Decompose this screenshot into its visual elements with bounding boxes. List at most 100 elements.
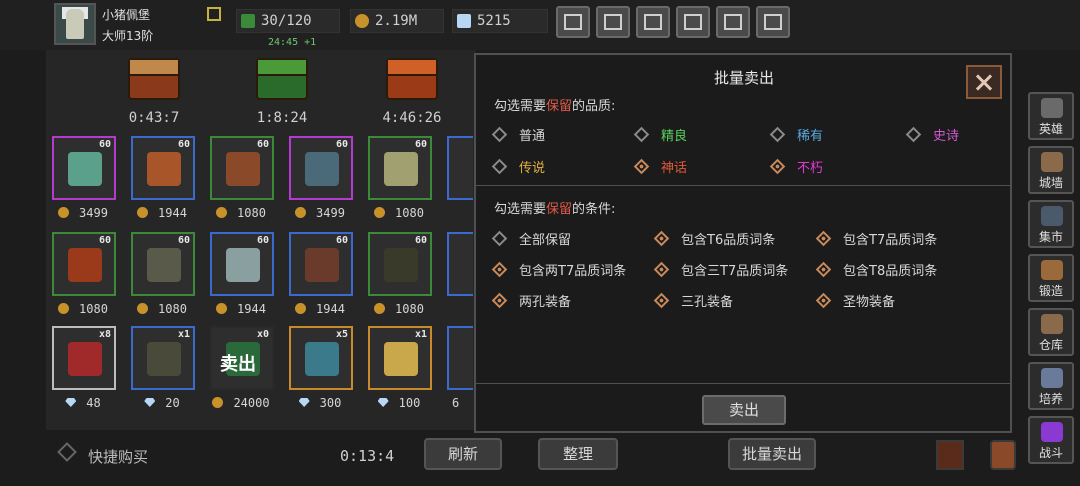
condition-option[interactable]: 圣物装备 (815, 291, 895, 310)
mail-button[interactable] (596, 6, 630, 38)
shop-item-slot[interactable]: 60 (368, 136, 432, 200)
gear-button[interactable] (676, 6, 710, 38)
shop-item-slot[interactable] (447, 232, 473, 296)
energy-icon (241, 14, 255, 28)
trophy-icon (1041, 368, 1063, 388)
chest-icon[interactable] (128, 58, 180, 100)
item-icon (147, 342, 181, 376)
condition-option[interactable]: 全部保留 (491, 229, 571, 248)
item-level: 60 (335, 235, 348, 246)
gold-coin-icon (355, 14, 369, 28)
organize-button[interactable]: 整理 (538, 438, 618, 470)
quality-option[interactable]: 稀有 (769, 125, 823, 144)
close-button[interactable] (966, 65, 1002, 99)
sidebar-item-market[interactable]: 集市 (1028, 200, 1074, 248)
batch-sell-button[interactable]: 批量卖出 (728, 438, 816, 470)
item-icon (147, 248, 181, 282)
item-icon (68, 342, 102, 376)
item-price: 100 (364, 396, 434, 410)
condition-option[interactable]: 包含三T7品质词条 (653, 260, 788, 279)
avatar[interactable] (54, 3, 96, 45)
checkbox-icon (653, 230, 670, 247)
condition-option[interactable]: 两孔装备 (491, 291, 571, 310)
price-value: 1080 (395, 302, 424, 316)
sidebar-label: 城墙 (1038, 176, 1063, 190)
sidebar-item-helmet[interactable]: 英雄 (1028, 92, 1074, 140)
coin-icon (58, 207, 70, 218)
gem-icon (298, 398, 310, 407)
gem-icon (377, 398, 389, 407)
item-level: 60 (98, 235, 111, 246)
quality-option[interactable]: 神话 (633, 157, 687, 176)
quality-option[interactable]: 普通 (491, 125, 546, 144)
shop-item-slot[interactable]: 60 (210, 136, 274, 200)
feather-button[interactable] (756, 6, 790, 38)
shop-item-slot[interactable]: 60 (210, 232, 274, 296)
armor-icon[interactable] (936, 440, 964, 470)
item-price: 1944 (206, 302, 276, 316)
quality-option[interactable]: 史诗 (905, 125, 960, 144)
sidebar-item-warehouse[interactable]: 仓库 (1028, 308, 1074, 356)
coin-icon (295, 303, 307, 314)
shop-item-slot[interactable]: x1 (368, 326, 432, 390)
item-price: 1080 (127, 302, 197, 316)
sidebar-item-anvil[interactable]: 锻造 (1028, 254, 1074, 302)
player-name: 小猪佩堡 (102, 8, 151, 22)
checkbox-icon (815, 230, 832, 247)
sidebar-item-vortex[interactable]: 战斗 (1028, 416, 1074, 464)
quality-option[interactable]: 不朽 (769, 157, 823, 176)
quick-buy-checkbox[interactable] (57, 442, 77, 462)
condition-option[interactable]: 三孔装备 (653, 291, 733, 310)
quality-label: 精良 (661, 129, 688, 144)
shop-item-slot[interactable] (447, 326, 473, 390)
shop-item-slot[interactable]: 60 (131, 232, 195, 296)
gem-icon (65, 398, 77, 407)
item-price: 1080 (206, 206, 276, 220)
shop-item-slot[interactable]: 60 (52, 232, 116, 296)
dialog-title: 批量卖出 (713, 69, 774, 87)
item-icon (384, 342, 418, 376)
item-icon (68, 152, 102, 186)
edit-icon[interactable] (207, 7, 221, 21)
sidebar-label: 战斗 (1038, 446, 1063, 460)
refresh-button[interactable]: 刷新 (424, 438, 502, 470)
shop-item-slot[interactable]: 60 (289, 232, 353, 296)
bag-icon[interactable] (990, 440, 1016, 470)
shop-item-slot[interactable]: 60 (289, 136, 353, 200)
player-rank: 大师13阶 (102, 29, 154, 43)
condition-option[interactable]: 包含T7品质词条 (815, 229, 937, 248)
shop-item-slot[interactable]: 60 (368, 232, 432, 296)
chest-icon[interactable] (386, 58, 438, 100)
quality-option[interactable]: 传说 (491, 157, 546, 176)
sidebar-label: 培养 (1038, 392, 1063, 406)
shop-item-slot[interactable]: x1 (131, 326, 195, 390)
price-value: 20 (165, 396, 180, 410)
quality-label: 史诗 (933, 129, 960, 144)
shop-item-slot[interactable]: x8 (52, 326, 116, 390)
shop-item-slot[interactable] (447, 136, 473, 200)
color-wheel-button[interactable] (716, 6, 750, 38)
gamepad-button[interactable] (636, 6, 670, 38)
checkbox-icon (491, 261, 508, 278)
sidebar-item-wall[interactable]: 城墙 (1028, 146, 1074, 194)
item-price: 1944 (127, 206, 197, 220)
condition-option[interactable]: 包含两T7品质词条 (491, 260, 627, 279)
sell-button[interactable]: 卖出 (702, 395, 786, 425)
cart-button[interactable] (556, 6, 590, 38)
quality-label: 传说 (519, 161, 546, 176)
item-price: 1080 (364, 302, 434, 316)
chest-icon[interactable] (256, 58, 308, 100)
quality-section-label: 勾选需要保留的品质: (494, 99, 616, 114)
shop-item-slot[interactable]: 60 (131, 136, 195, 200)
quality-label: 普通 (519, 129, 546, 144)
condition-option[interactable]: 包含T8品质词条 (815, 260, 937, 279)
shop-item-slot[interactable]: 60 (52, 136, 116, 200)
chest-timer: 4:46:26 (382, 110, 442, 126)
sidebar-item-trophy[interactable]: 培养 (1028, 362, 1074, 410)
quality-option[interactable]: 精良 (633, 125, 688, 144)
checkbox-icon (491, 292, 508, 309)
shop-item-slot[interactable]: x5 (289, 326, 353, 390)
condition-label: 包含两T7品质词条 (519, 264, 627, 279)
condition-option[interactable]: 包含T6品质词条 (653, 229, 775, 248)
shop-item-slot[interactable]: x0 卖出 (210, 326, 274, 390)
